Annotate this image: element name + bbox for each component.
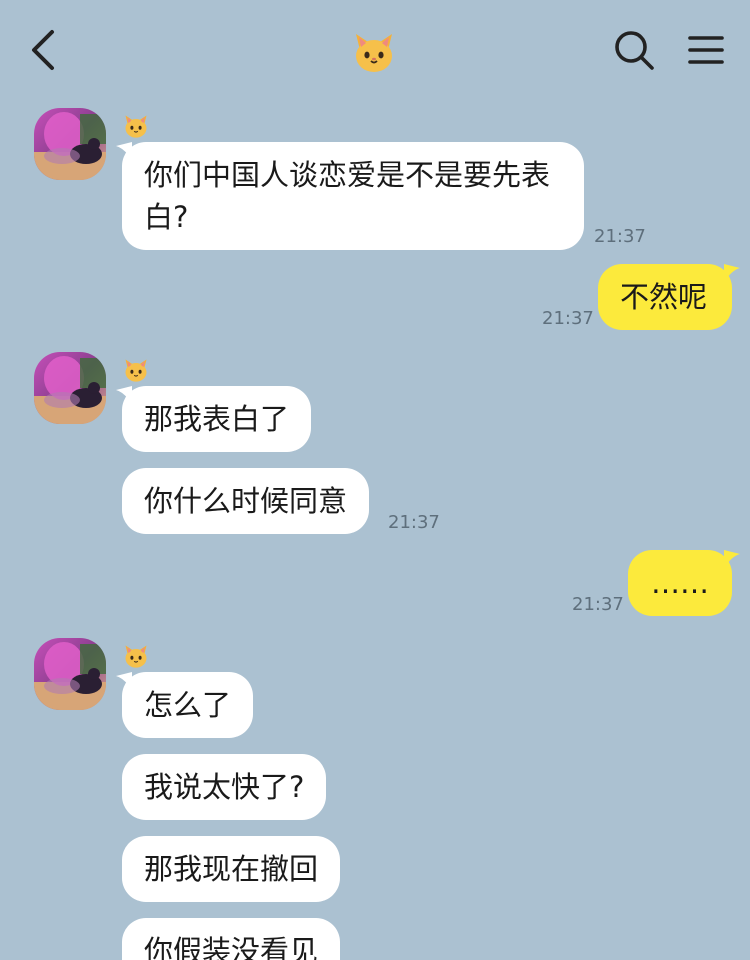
message-text: 怎么了 xyxy=(144,688,232,722)
chat-title-cat-icon xyxy=(350,28,398,76)
contact-avatar[interactable] xyxy=(34,638,106,710)
message-timestamp: 21:37 xyxy=(542,308,594,329)
message-bubble-incoming[interactable]: 我说太快了? xyxy=(122,754,327,820)
contact-name-cat-icon xyxy=(122,356,150,384)
message-bubble-incoming[interactable]: 你假装没看见 xyxy=(122,918,341,960)
contact-avatar[interactable] xyxy=(34,352,106,424)
message-bubble-outgoing[interactable]: 不然呢 xyxy=(598,264,732,330)
chat-header xyxy=(0,0,750,100)
message-bubble-outgoing[interactable]: …… xyxy=(628,550,732,616)
contact-avatar[interactable] xyxy=(34,108,106,180)
message-text: 那我现在撤回 xyxy=(144,852,319,886)
message-text: 那我表白了 xyxy=(144,402,290,436)
message-text: 你假装没看见 xyxy=(144,934,319,960)
menu-button[interactable] xyxy=(686,28,726,72)
message-timestamp: 21:37 xyxy=(594,226,646,247)
message-text: 你们中国人谈恋爱是不是要先表白? xyxy=(144,158,551,234)
contact-name-cat-icon xyxy=(122,112,150,140)
chevron-left-icon xyxy=(32,30,54,70)
message-bubble-incoming[interactable]: 那我现在撤回 xyxy=(122,836,341,902)
message-text: 你什么时候同意 xyxy=(144,484,348,518)
message-timestamp: 21:37 xyxy=(572,594,624,615)
message-bubble-incoming[interactable]: 怎么了 xyxy=(122,672,254,738)
message-text: 不然呢 xyxy=(620,280,708,314)
message-timestamp: 21:37 xyxy=(388,512,440,533)
message-text: 我说太快了? xyxy=(144,770,305,804)
search-button[interactable] xyxy=(612,28,658,74)
message-bubble-incoming[interactable]: 那我表白了 xyxy=(122,386,312,452)
bubble-tail xyxy=(724,264,740,282)
message-bubble-incoming[interactable]: 你们中国人谈恋爱是不是要先表白? xyxy=(122,142,584,250)
contact-name-cat-icon xyxy=(122,642,150,670)
message-bubble-incoming[interactable]: 你什么时候同意 xyxy=(122,468,370,534)
back-button[interactable] xyxy=(26,28,62,72)
bubble-tail xyxy=(724,550,740,568)
hamburger-menu-icon xyxy=(688,36,724,64)
message-text: …… xyxy=(651,566,709,600)
search-icon xyxy=(615,31,654,70)
